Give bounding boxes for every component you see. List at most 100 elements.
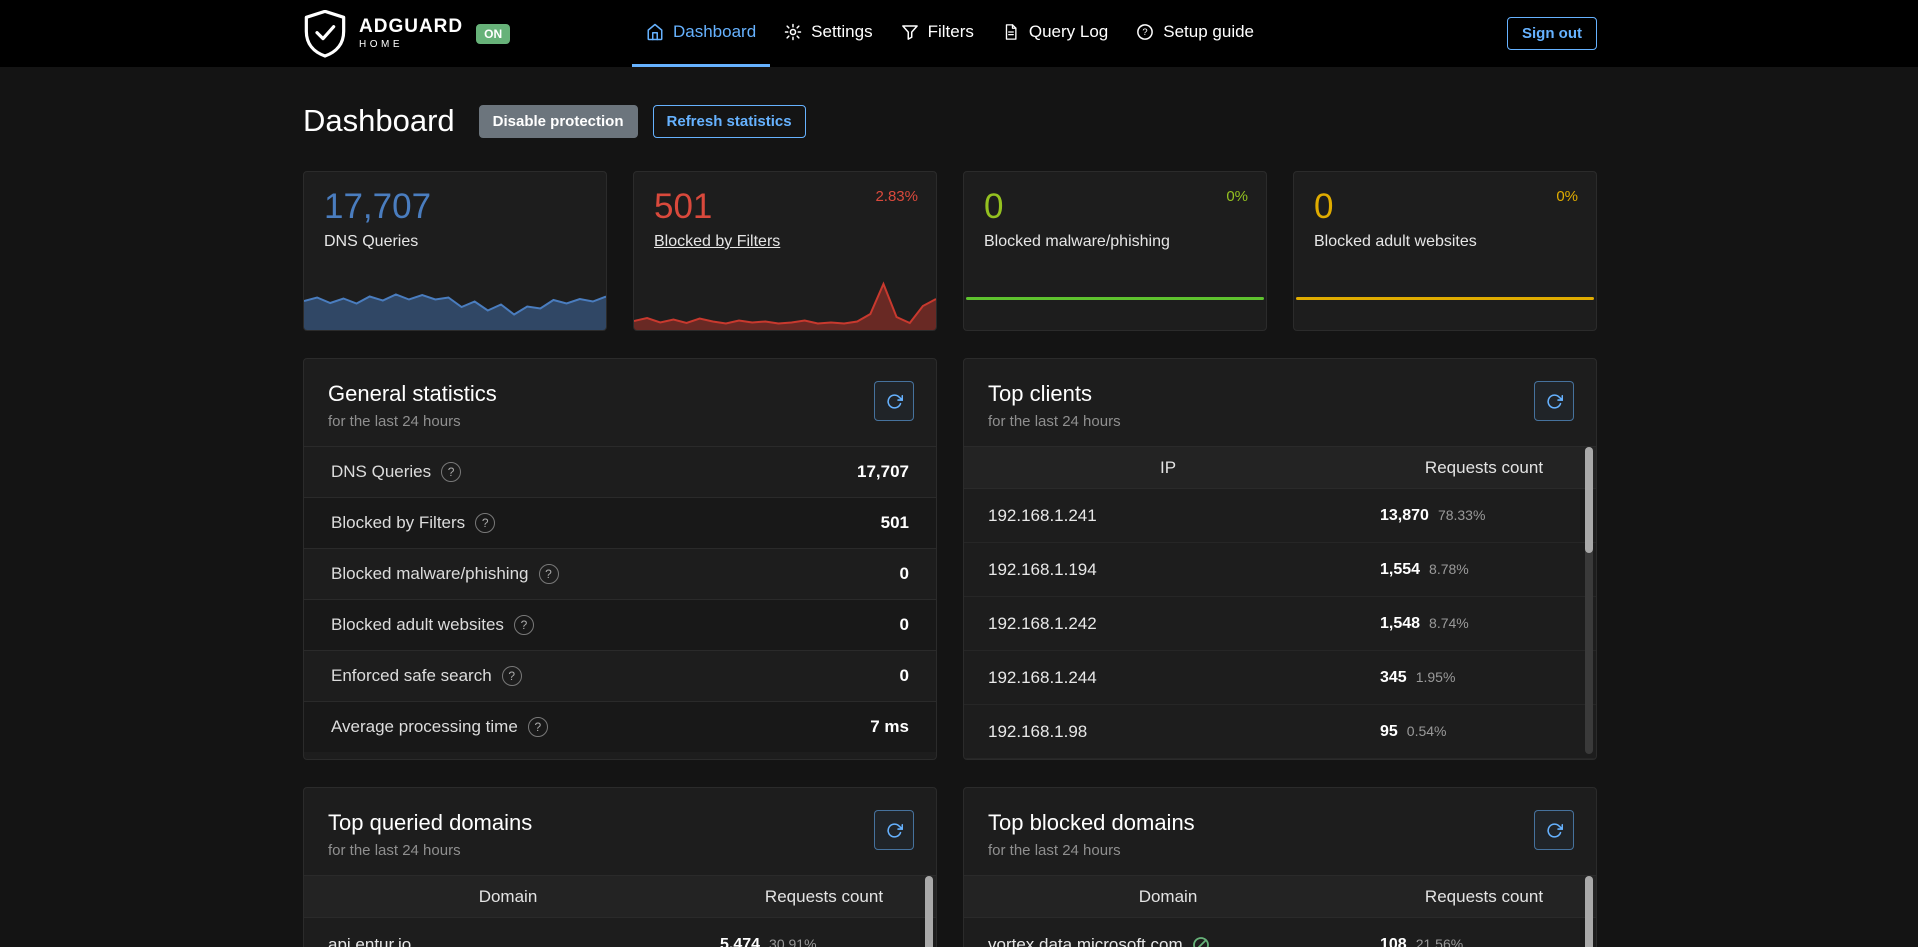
dashboard-page: Dashboard Disable protection Refresh sta… bbox=[303, 103, 1597, 947]
refresh-top-queried-button[interactable] bbox=[874, 810, 914, 850]
stat-card-dns-queries: 17,707 DNS Queries bbox=[303, 171, 607, 331]
stat-card-blocked-malware: 0 Blocked malware/phishing 0% bbox=[963, 171, 1267, 331]
help-icon[interactable]: ? bbox=[528, 717, 548, 737]
domain-count-cell: 5,474 30.91% bbox=[720, 936, 912, 947]
count: 1,548 bbox=[1380, 615, 1420, 633]
help-icon[interactable]: ? bbox=[502, 666, 522, 686]
count: 5,474 bbox=[720, 936, 760, 947]
stat-percent: 0% bbox=[1556, 188, 1578, 205]
blocked-by-filters-link[interactable]: Blocked by Filters bbox=[654, 233, 936, 251]
client-count-cell: 950.54% bbox=[1380, 723, 1572, 741]
gear-icon bbox=[784, 23, 802, 41]
nav-label: Setup guide bbox=[1163, 22, 1254, 42]
client-ip-link[interactable]: 192.168.1.242 bbox=[988, 614, 1380, 634]
refresh-icon bbox=[886, 822, 903, 839]
stat-row-value: 7 ms bbox=[870, 717, 909, 737]
panel-subtitle: for the last 24 hours bbox=[988, 413, 1572, 430]
disable-protection-button[interactable]: Disable protection bbox=[479, 105, 638, 138]
document-icon bbox=[1002, 23, 1020, 41]
client-ip-link[interactable]: 192.168.1.244 bbox=[988, 668, 1380, 688]
nav-label: Query Log bbox=[1029, 22, 1108, 42]
refresh-top-clients-button[interactable] bbox=[1534, 381, 1574, 421]
stat-cards-row: 17,707 DNS Queries 501 Blocked by Filter… bbox=[303, 171, 1597, 331]
stat-card-blocked-by-filters: 501 Blocked by Filters 2.83% bbox=[633, 171, 937, 331]
stat-value: 0 bbox=[984, 187, 1266, 227]
domain-row: api.entur.io 5,474 30.91% bbox=[304, 918, 936, 947]
help-icon[interactable]: ? bbox=[514, 615, 534, 635]
scrollbar-thumb[interactable] bbox=[1585, 447, 1593, 553]
stat-row-value: 0 bbox=[900, 615, 909, 635]
column-requests-count: Requests count bbox=[1372, 887, 1596, 907]
client-row: 192.168.1.194 1,5548.78% bbox=[964, 543, 1596, 597]
top-clients-panel: Top clients for the last 24 hours IP Req… bbox=[963, 358, 1597, 760]
panel-subtitle: for the last 24 hours bbox=[328, 842, 912, 859]
count: 13,870 bbox=[1380, 507, 1429, 525]
panel-title: General statistics bbox=[328, 381, 912, 407]
blocked-slash-circle-icon[interactable] bbox=[1192, 936, 1210, 947]
brand-text: ADGUARD HOME bbox=[359, 17, 463, 50]
client-row: 192.168.1.241 13,870 78.33% bbox=[964, 489, 1596, 543]
count: 1,554 bbox=[1380, 561, 1420, 579]
stat-percent: 2.83% bbox=[875, 188, 918, 205]
adguard-home-logo[interactable]: ADGUARD HOME ON bbox=[303, 10, 510, 58]
scrollbar-track bbox=[1585, 447, 1593, 754]
domain-link[interactable]: api.entur.io bbox=[328, 935, 720, 947]
scrollbar-track bbox=[1585, 876, 1593, 947]
percent: 30.91% bbox=[769, 936, 816, 947]
column-requests-count: Requests count bbox=[1372, 458, 1596, 478]
general-statistics-rows: DNS Queries ? 17,707 Blocked by Filters … bbox=[304, 446, 936, 752]
stat-row-processing-time: Average processing time ? 7 ms bbox=[304, 701, 936, 752]
nav-item-filters[interactable]: Filters bbox=[887, 0, 988, 67]
count: 345 bbox=[1380, 669, 1407, 687]
nav-item-dashboard[interactable]: Dashboard bbox=[632, 0, 770, 67]
top-blocked-domains-panel: Top blocked domains for the last 24 hour… bbox=[963, 787, 1597, 947]
scrollbar-thumb[interactable] bbox=[925, 876, 933, 947]
nav-item-settings[interactable]: Settings bbox=[770, 0, 886, 67]
top-queried-domains-panel: Top queried domains for the last 24 hour… bbox=[303, 787, 937, 947]
panel-title: Top queried domains bbox=[328, 810, 912, 836]
panel-subtitle: for the last 24 hours bbox=[328, 413, 912, 430]
panel-subtitle: for the last 24 hours bbox=[988, 842, 1572, 859]
page-title: Dashboard bbox=[303, 103, 455, 139]
percent: 8.74% bbox=[1429, 615, 1469, 631]
refresh-general-statistics-button[interactable] bbox=[874, 381, 914, 421]
domain-row: vortex.data.microsoft.com 10821.56% bbox=[964, 918, 1596, 947]
question-circle-icon: ? bbox=[1136, 23, 1154, 41]
client-ip-link[interactable]: 192.168.1.98 bbox=[988, 722, 1380, 742]
refresh-statistics-button[interactable]: Refresh statistics bbox=[653, 105, 806, 138]
client-ip-link[interactable]: 192.168.1.194 bbox=[988, 560, 1380, 580]
protection-on-badge: ON bbox=[476, 24, 510, 44]
top-blocked-header: Domain Requests count bbox=[964, 875, 1596, 918]
refresh-top-blocked-button[interactable] bbox=[1534, 810, 1574, 850]
domain-link[interactable]: vortex.data.microsoft.com bbox=[988, 935, 1183, 947]
brand-subtitle: HOME bbox=[359, 40, 463, 50]
scrollbar-track bbox=[925, 876, 933, 947]
help-icon[interactable]: ? bbox=[539, 564, 559, 584]
stat-label: DNS Queries bbox=[324, 233, 606, 251]
nav-item-setup-guide[interactable]: ? Setup guide bbox=[1122, 0, 1268, 67]
client-ip-link[interactable]: 192.168.1.241 bbox=[988, 506, 1380, 526]
sign-out-button[interactable]: Sign out bbox=[1507, 17, 1597, 50]
stat-card-blocked-adult: 0 Blocked adult websites 0% bbox=[1293, 171, 1597, 331]
stat-row-label: Blocked malware/phishing ? bbox=[331, 564, 559, 584]
stat-row-blocked-by-filters: Blocked by Filters ? 501 bbox=[304, 497, 936, 548]
nav-label: Filters bbox=[928, 22, 974, 42]
stat-row-value: 501 bbox=[881, 513, 909, 533]
percent: 78.33% bbox=[1438, 507, 1485, 523]
stat-row-label: Enforced safe search ? bbox=[331, 666, 522, 686]
nav-item-query-log[interactable]: Query Log bbox=[988, 0, 1122, 67]
general-statistics-panel: General statistics for the last 24 hours… bbox=[303, 358, 937, 760]
scrollbar-thumb[interactable] bbox=[1585, 876, 1593, 947]
client-count-cell: 345 1.95% bbox=[1380, 669, 1572, 687]
nav-label: Settings bbox=[811, 22, 872, 42]
percent: 1.95% bbox=[1416, 669, 1456, 685]
help-icon[interactable]: ? bbox=[475, 513, 495, 533]
refresh-icon bbox=[886, 393, 903, 410]
funnel-icon bbox=[901, 23, 919, 41]
blocked-by-filters-sparkline bbox=[634, 272, 936, 330]
client-row: 192.168.1.244 345 1.95% bbox=[964, 651, 1596, 705]
nav-label: Dashboard bbox=[673, 22, 756, 42]
help-icon[interactable]: ? bbox=[441, 462, 461, 482]
blocked-adult-flatline bbox=[1296, 297, 1594, 300]
refresh-icon bbox=[1546, 393, 1563, 410]
